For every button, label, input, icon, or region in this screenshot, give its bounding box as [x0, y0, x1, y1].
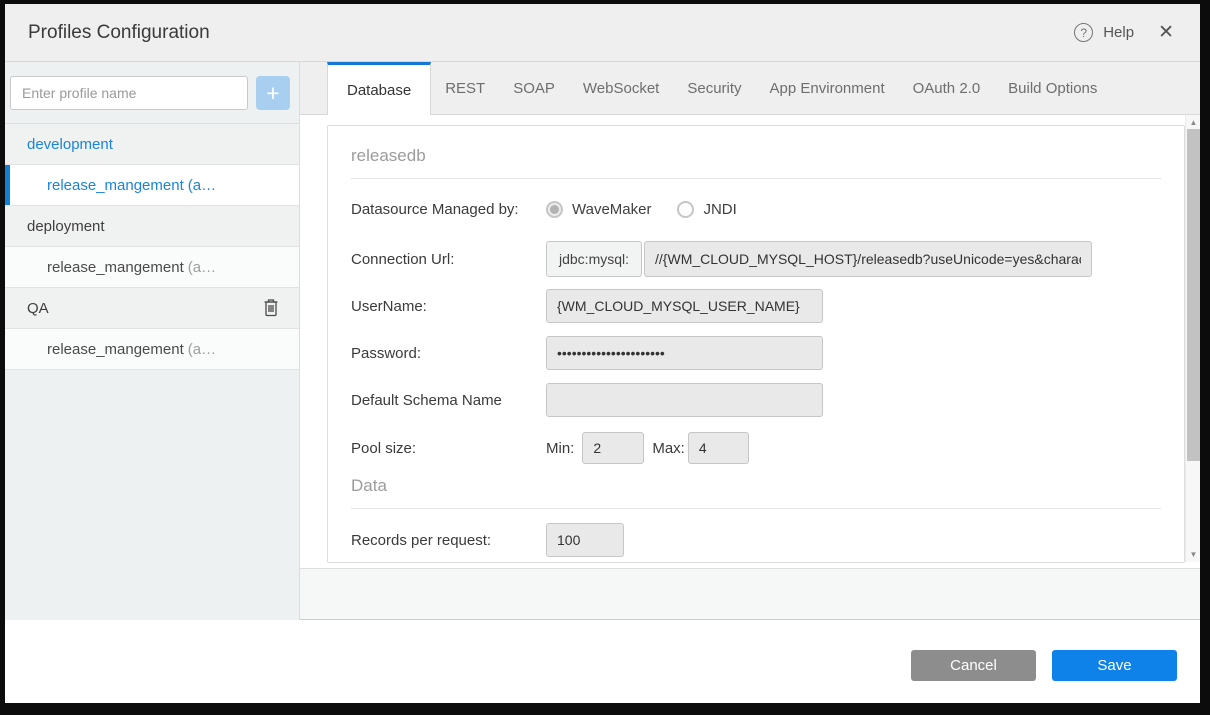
profile-group-label: deployment: [27, 218, 105, 235]
trash-icon: [263, 299, 279, 317]
scroll-up-icon[interactable]: ▲: [1186, 115, 1201, 130]
radio-option-jndi[interactable]: JNDI: [677, 201, 736, 218]
radio-jndi-icon[interactable]: [677, 201, 694, 218]
datasource-radio-group: WaveMaker JNDI: [546, 201, 737, 218]
db-section-title: releasedb: [351, 126, 1161, 166]
profiles-configuration-dialog: Profiles Configuration ? Help ✕ + develo…: [5, 4, 1200, 703]
default-schema-label: Default Schema Name: [351, 392, 546, 409]
pool-max-label: Max:: [652, 440, 685, 457]
section-divider: [351, 508, 1161, 509]
tab-websocket[interactable]: WebSocket: [569, 62, 673, 114]
profile-item-label: release_mangement: [47, 341, 184, 358]
add-profile-button[interactable]: +: [256, 76, 290, 110]
default-schema-row: Default Schema Name: [351, 383, 1161, 417]
pool-min-label: Min:: [546, 440, 574, 457]
help-link[interactable]: Help: [1103, 24, 1134, 41]
content-bottom-strip: [300, 568, 1200, 620]
main-panel: Database REST SOAP WebSocket Security: [300, 62, 1200, 620]
pool-min-input[interactable]: [582, 432, 644, 464]
dialog-header: Profiles Configuration ? Help ✕: [5, 4, 1200, 62]
profile-item-suffix: (a…: [188, 341, 216, 358]
password-row: Password:: [351, 336, 1161, 370]
radio-option-wavemaker[interactable]: WaveMaker: [546, 201, 651, 218]
dialog-title: Profiles Configuration: [28, 22, 210, 44]
profile-group-label: development: [27, 136, 113, 153]
datasource-row: Datasource Managed by: WaveMaker JNDI: [351, 196, 1161, 222]
profile-item-suffix: (a…: [188, 177, 216, 194]
tab-build-options[interactable]: Build Options: [994, 62, 1111, 114]
connection-url-prefix: jdbc:mysql:: [546, 241, 642, 277]
dialog-body: + development release_mangement (a… depl…: [5, 62, 1200, 620]
records-per-request-input[interactable]: [546, 523, 624, 557]
profile-list: development release_mangement (a… deploy…: [5, 123, 299, 370]
profile-item-suffix: (a…: [188, 259, 216, 276]
profile-name-input[interactable]: [10, 76, 248, 110]
profiles-sidebar: + development release_mangement (a… depl…: [5, 62, 300, 620]
help-icon[interactable]: ?: [1074, 23, 1093, 42]
section-divider: [351, 178, 1161, 179]
username-label: UserName:: [351, 298, 546, 315]
tab-soap[interactable]: SOAP: [499, 62, 569, 114]
datasource-label: Datasource Managed by:: [351, 201, 546, 218]
save-button[interactable]: Save: [1052, 650, 1177, 681]
scroll-down-icon[interactable]: ▼: [1186, 547, 1201, 562]
profile-create-row: +: [5, 62, 299, 123]
screen-background: Profiles Configuration ? Help ✕ + develo…: [0, 0, 1210, 715]
profile-item-label: release_mangement: [47, 259, 184, 276]
radio-wavemaker-icon[interactable]: [546, 201, 563, 218]
connection-url-input[interactable]: [644, 241, 1092, 277]
tab-rest[interactable]: REST: [431, 62, 499, 114]
tab-database[interactable]: Database: [327, 62, 431, 115]
pool-max-input[interactable]: [688, 432, 749, 464]
tab-content-database: releasedb Datasource Managed by: WaveMak…: [300, 115, 1200, 568]
username-row: UserName:: [351, 289, 1161, 323]
profile-item-release-mangement-selected[interactable]: release_mangement (a…: [5, 165, 299, 206]
records-per-request-row: Records per request:: [351, 523, 1161, 557]
profile-group-qa[interactable]: QA: [5, 288, 299, 329]
profile-group-deployment[interactable]: deployment: [5, 206, 299, 247]
username-input[interactable]: [546, 289, 823, 323]
data-section-title: Data: [351, 476, 1161, 496]
delete-profile-button[interactable]: [263, 299, 279, 317]
password-label: Password:: [351, 345, 546, 362]
profile-item-release-mangement-qa[interactable]: release_mangement (a…: [5, 329, 299, 370]
pool-size-label: Pool size:: [351, 440, 546, 457]
profile-group-label: QA: [27, 300, 49, 317]
tab-oauth[interactable]: OAuth 2.0: [899, 62, 995, 114]
profile-item-label: release_mangement: [47, 177, 184, 194]
profile-group-development[interactable]: development: [5, 124, 299, 165]
config-tabs: Database REST SOAP WebSocket Security: [300, 62, 1200, 115]
records-per-request-label: Records per request:: [351, 532, 546, 549]
connection-url-row: Connection Url: jdbc:mysql:: [351, 241, 1161, 277]
close-icon[interactable]: ✕: [1158, 21, 1174, 44]
database-config-card: releasedb Datasource Managed by: WaveMak…: [327, 125, 1185, 563]
vertical-scrollbar[interactable]: ▲ ▼: [1185, 115, 1200, 562]
tab-app-environment[interactable]: App Environment: [756, 62, 899, 114]
profile-item-release-mangement-deployment[interactable]: release_mangement (a…: [5, 247, 299, 288]
cancel-button[interactable]: Cancel: [911, 650, 1036, 681]
default-schema-input[interactable]: [546, 383, 823, 417]
password-input[interactable]: [546, 336, 823, 370]
connection-url-label: Connection Url:: [351, 251, 546, 268]
tab-security[interactable]: Security: [673, 62, 755, 114]
dialog-footer: Cancel Save: [5, 620, 1200, 703]
scrollbar-thumb[interactable]: [1187, 129, 1200, 461]
header-actions: ? Help ✕: [1074, 21, 1174, 44]
pool-size-row: Pool size: Min: Max:: [351, 432, 1161, 464]
